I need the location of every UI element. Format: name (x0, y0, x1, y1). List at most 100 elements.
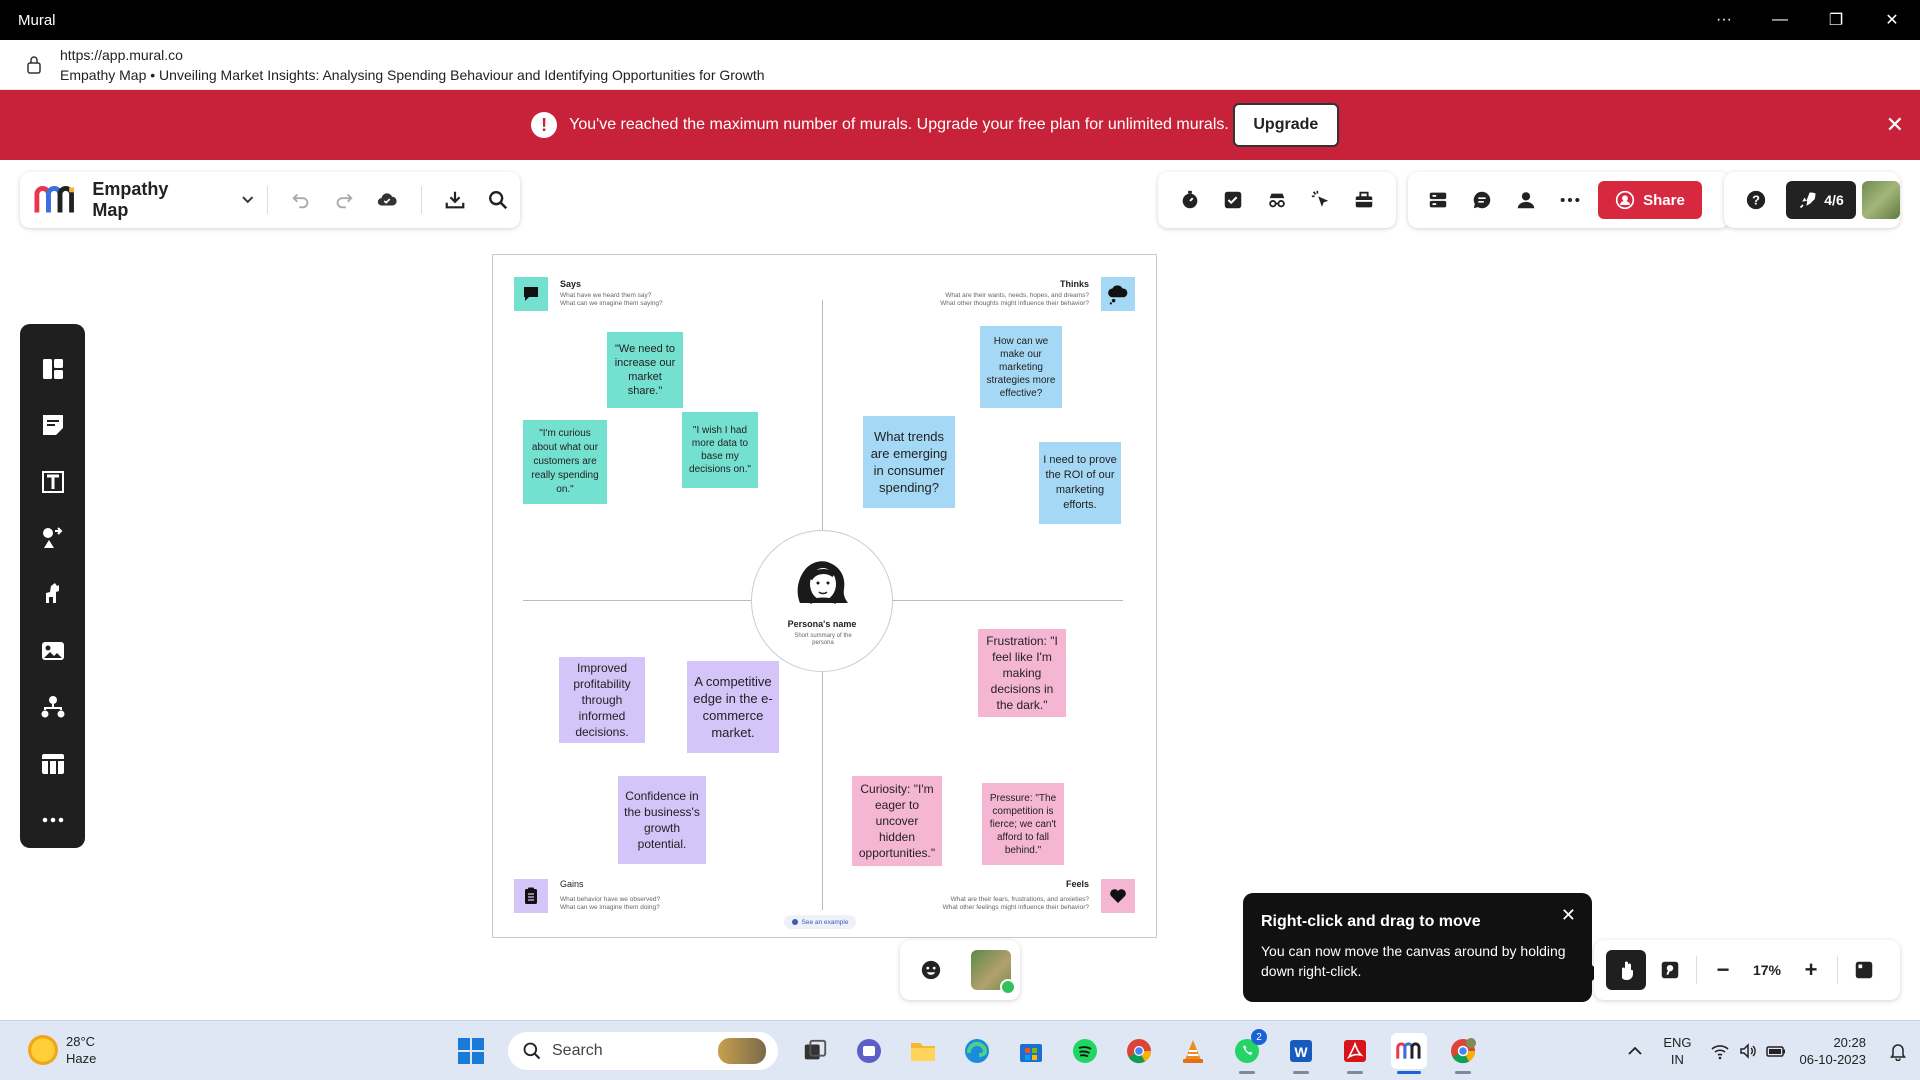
toolkit-icon[interactable] (1352, 188, 1376, 212)
map-view-icon[interactable] (1658, 958, 1682, 982)
upgrade-button[interactable]: Upgrade (1232, 103, 1339, 147)
undo-icon[interactable] (290, 188, 313, 212)
microsoft-store-icon[interactable] (1013, 1033, 1049, 1069)
address-bar: https://app.mural.co Empathy Map • Unvei… (0, 40, 1920, 90)
feels-subtitle-2: What other feelings might influence thei… (942, 904, 1089, 911)
chrome-profile-icon[interactable] (1445, 1033, 1481, 1074)
minimize-button[interactable]: — (1752, 0, 1808, 40)
chevron-up-icon[interactable] (1625, 1041, 1645, 1061)
zoom-in-button[interactable]: + (1799, 957, 1823, 982)
hand-tool-icon[interactable] (1606, 950, 1646, 990)
see-example-link[interactable]: See an example (784, 915, 856, 929)
running-indicator (1239, 1071, 1255, 1074)
edge-browser-icon[interactable] (959, 1033, 995, 1069)
cloud-saved-icon[interactable] (376, 188, 399, 212)
sticky-note-thinks[interactable]: How can we make our marketing strategies… (980, 326, 1062, 408)
battery-icon[interactable] (1765, 1041, 1786, 1061)
sticky-note-feels[interactable]: Pressure: "The competition is fierce; we… (982, 783, 1064, 865)
chrome-icon[interactable] (1121, 1033, 1157, 1069)
url-text[interactable]: https://app.mural.co (60, 47, 183, 63)
taskbar-search-input[interactable]: Search (508, 1032, 778, 1070)
vlc-icon[interactable] (1175, 1033, 1211, 1069)
sticky-note-says[interactable]: "We need to increase our market share." (607, 332, 683, 408)
emoji-reaction-icon[interactable] (919, 958, 943, 982)
feels-subtitle-1: What are their fears, frustrations, and … (950, 896, 1089, 903)
private-mode-icon[interactable] (1265, 188, 1289, 212)
notifications-icon[interactable] (1888, 1041, 1908, 1061)
tooltip-close-icon[interactable]: ✕ (1561, 905, 1576, 926)
weather-temp: 28°C (66, 1034, 96, 1049)
templates-icon[interactable] (39, 355, 67, 382)
close-window-button[interactable]: ✕ (1864, 0, 1920, 40)
summon-cursor-icon[interactable] (1309, 188, 1333, 212)
chevron-down-icon[interactable] (241, 195, 254, 205)
mural-app-icon[interactable] (1391, 1033, 1427, 1074)
more-icon[interactable] (1558, 188, 1582, 212)
collaborators-button[interactable]: 4/6 (1786, 181, 1856, 219)
help-icon[interactable]: ? (1744, 188, 1768, 212)
timer-icon[interactable] (1178, 188, 1202, 212)
download-icon[interactable] (444, 188, 467, 212)
file-explorer-icon[interactable] (905, 1033, 941, 1069)
sticky-note-icon[interactable] (39, 411, 67, 438)
table-icon[interactable] (39, 750, 67, 777)
banner-close-icon[interactable]: ✕ (1886, 112, 1904, 138)
zoom-level[interactable]: 17% (1747, 962, 1787, 978)
wifi-icon[interactable] (1710, 1041, 1730, 1061)
redo-icon[interactable] (333, 188, 356, 212)
sticky-note-thinks[interactable]: I need to prove the ROI of our marketing… (1039, 442, 1121, 524)
sticky-note-gains[interactable]: Improved profitability through informed … (559, 657, 645, 743)
sticky-note-gains[interactable]: Confidence in the business's growth pote… (618, 776, 706, 864)
search-icon[interactable] (487, 188, 510, 212)
weather-widget[interactable]: 28°C Haze (28, 1033, 96, 1067)
mural-logo-icon[interactable] (34, 184, 76, 216)
sticky-note-thinks[interactable]: What trends are emerging in consumer spe… (863, 416, 955, 508)
sticky-note-gains[interactable]: A competitive edge in the e-commerce mar… (687, 661, 779, 753)
window-title: Mural (18, 11, 56, 29)
task-view-icon[interactable] (797, 1033, 833, 1069)
says-title: Says (560, 279, 582, 289)
comments-icon[interactable] (1470, 188, 1494, 212)
members-icon[interactable] (1514, 188, 1538, 212)
zoom-controls: − 17% + (1594, 940, 1900, 1000)
image-icon[interactable] (39, 637, 67, 664)
board-title[interactable]: Empathy Map (92, 179, 205, 221)
minimap-toggle-icon[interactable] (1852, 958, 1876, 982)
diagram-icon[interactable] (39, 694, 67, 721)
maximize-button[interactable]: ❐ (1808, 0, 1864, 40)
running-indicator (1347, 1071, 1363, 1074)
sticky-note-feels[interactable]: Curiosity: "I'm eager to uncover hidden … (852, 776, 942, 866)
shapes-connectors-icon[interactable] (39, 524, 67, 551)
lock-icon[interactable] (26, 55, 42, 75)
sticky-note-says[interactable]: "I'm curious about what our customers ar… (523, 420, 607, 504)
more-tools-icon[interactable] (39, 807, 67, 834)
teams-chat-icon[interactable] (851, 1033, 887, 1069)
volume-icon[interactable] (1738, 1041, 1758, 1061)
word-icon[interactable]: W (1283, 1033, 1319, 1074)
sticky-note-says[interactable]: "I wish I had more data to base my decis… (682, 412, 758, 488)
page-title: Empathy Map • Unveiling Market Insights:… (60, 67, 765, 83)
voting-icon[interactable] (1222, 188, 1246, 212)
collaboration-toolbar: Share (1408, 172, 1730, 228)
outline-icon[interactable] (1426, 188, 1450, 212)
current-user-avatar[interactable] (971, 950, 1016, 995)
zoom-out-button[interactable]: − (1711, 957, 1735, 982)
persona-circle[interactable]: Persona's name Short summary of the pers… (751, 530, 893, 672)
empathy-map-board[interactable]: Says What have we heard them say? What c… (492, 254, 1157, 938)
spotify-icon[interactable] (1067, 1033, 1103, 1069)
clock[interactable]: 20:28 06-10-2023 (1800, 1034, 1867, 1068)
windows-start-icon[interactable] (453, 1033, 489, 1069)
whatsapp-icon[interactable]: 2 (1229, 1029, 1267, 1074)
says-subtitle-2: What can we imagine them saying? (560, 300, 663, 307)
thinks-subtitle-1: What are their wants, needs, hopes, and … (945, 292, 1089, 299)
sticky-note-feels[interactable]: Frustration: "I feel like I'm making dec… (978, 629, 1066, 717)
onboarding-tooltip: Right-click and drag to move You can now… (1243, 893, 1600, 1002)
acrobat-icon[interactable] (1337, 1033, 1373, 1074)
active-indicator (1397, 1071, 1421, 1074)
icons-llama-icon[interactable] (39, 581, 67, 608)
language-indicator[interactable]: ENG IN (1663, 1034, 1691, 1068)
more-options-button[interactable]: ··· (1696, 0, 1752, 40)
text-icon[interactable] (39, 468, 67, 495)
user-avatar[interactable] (1862, 181, 1900, 219)
share-button[interactable]: Share (1598, 181, 1702, 219)
